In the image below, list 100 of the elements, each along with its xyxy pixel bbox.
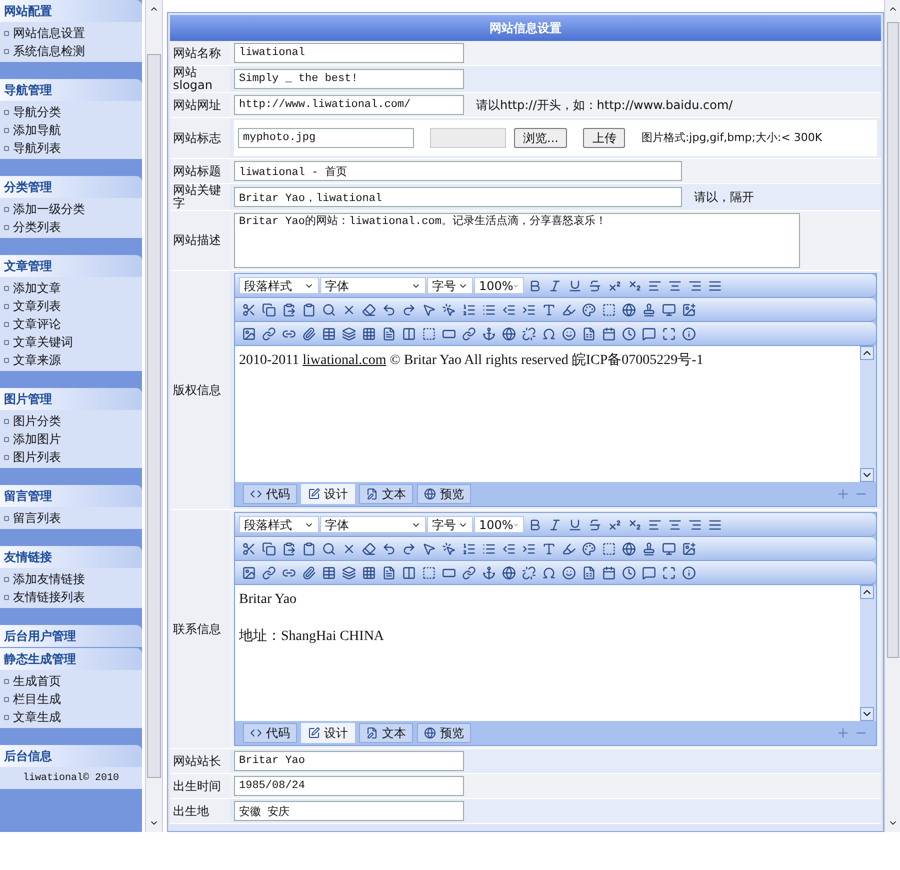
toolbar-dropdown[interactable]: 100% [474, 516, 524, 533]
toolbar-dropdown[interactable]: 字体 [320, 516, 426, 533]
sidebar-item[interactable]: 添加图片 [13, 430, 61, 448]
sidebar-item[interactable]: 网站信息设置 [13, 24, 85, 42]
field-label: 网站站长 [173, 754, 221, 768]
sidebar-item[interactable]: 文章关键词 [13, 333, 73, 351]
document-icon [382, 326, 396, 340]
scrollbar[interactable] [145, 0, 163, 832]
bullet-icon [4, 340, 9, 344]
editor-paragraph: 地址：ShangHai CHINA [239, 628, 386, 646]
sidebar-item[interactable]: 系统信息检测 [13, 42, 85, 60]
sidebar-item[interactable]: 导航分类 [13, 103, 61, 121]
sidebar-item[interactable]: 添加友情链接 [13, 570, 85, 588]
sidebar-item[interactable]: 添加导航 [13, 121, 61, 139]
sidebar-group-header[interactable]: 图片管理 [0, 388, 142, 410]
sidebar-item[interactable]: 导航列表 [13, 139, 61, 157]
omega-icon [542, 326, 556, 340]
upload-button[interactable]: 上传 [583, 128, 626, 148]
toolbar-dropdown[interactable]: 段落样式 [239, 277, 319, 294]
file-path-field[interactable] [430, 128, 506, 148]
toolbar-dropdown[interactable]: 字号 [427, 277, 473, 294]
text-field[interactable]: liwational [234, 43, 464, 63]
editor-link[interactable]: liwational.com [302, 353, 386, 368]
calendar-icon [602, 326, 616, 340]
sidebar-item[interactable]: 友情链接列表 [13, 588, 85, 606]
field-hint: 图片格式:jpg,gif,bmp;大小:< 300K [641, 130, 822, 146]
text-field[interactable]: http://www.liwational.com/ [234, 95, 464, 115]
editor-mode-tab[interactable]: 设计 [301, 723, 355, 743]
sidebar-group-header[interactable]: 后台信息 [0, 745, 142, 767]
copy-icon [262, 302, 276, 316]
dropdown-value: 100% [479, 278, 514, 294]
message-icon [642, 326, 656, 340]
dropdown-value: 字体 [325, 278, 349, 294]
editor-mode-tab[interactable]: 设计 [301, 484, 355, 504]
sidebar-group-header[interactable]: 友情链接 [0, 546, 142, 568]
browse-button[interactable]: 浏览... [514, 128, 568, 148]
text-field[interactable]: liwational - 首页 [234, 161, 682, 181]
field-label: 网站标志 [173, 132, 221, 144]
sidebar-item[interactable]: 栏目生成 [13, 690, 61, 708]
editor-mode-tab[interactable]: 预览 [417, 484, 471, 504]
sidebar-group-header[interactable]: 文章管理 [0, 255, 142, 277]
sidebar-item[interactable]: 添加文章 [13, 279, 61, 297]
toolbar-dropdown[interactable]: 字体 [320, 277, 426, 294]
sidebar-group-header[interactable]: 后台用户管理 [0, 625, 142, 647]
pen-square-icon [308, 488, 320, 500]
text-field[interactable]: 安徽 安庆 [234, 801, 464, 821]
sidebar-group-header[interactable]: 静态生成管理 [0, 648, 142, 670]
bullet-icon [4, 418, 9, 424]
editor-mode-tab[interactable]: 文本 [359, 723, 413, 743]
underline-icon [568, 278, 582, 292]
editor-mode-tab[interactable]: 代码 [243, 723, 297, 743]
scroll-thumb[interactable] [147, 54, 161, 778]
toolbar-dropdown[interactable]: 字号 [427, 516, 473, 533]
sidebar-item[interactable]: 留言列表 [13, 509, 61, 527]
superscript-icon [608, 518, 622, 532]
sidebar-group-header[interactable]: 留言管理 [0, 485, 142, 507]
info-icon [682, 326, 696, 340]
sidebar-item[interactable]: 文章列表 [13, 297, 61, 315]
sidebar-item[interactable]: 文章评论 [13, 315, 61, 333]
layers-icon [342, 326, 356, 340]
scrollbar[interactable] [884, 0, 900, 832]
sidebar-item[interactable]: 图片列表 [13, 448, 61, 466]
bullet-icon [4, 358, 9, 362]
italic-icon [548, 518, 562, 532]
bullet-icon [4, 436, 9, 442]
field-label: 出生时间 [173, 780, 221, 792]
underline-icon [568, 518, 582, 532]
omega-icon [542, 566, 556, 580]
editor-mode-tab[interactable]: 文本 [359, 484, 413, 504]
text-field[interactable]: Britar Yao，liwational [234, 187, 682, 207]
bullet-icon [4, 30, 9, 36]
sidebar-item[interactable]: 文章来源 [13, 351, 61, 369]
sidebar-group-header[interactable]: 网站配置 [0, 0, 142, 22]
toolbar-dropdown[interactable]: 100% [474, 277, 524, 294]
redo-icon [402, 542, 416, 556]
toolbar-dropdown[interactable]: 段落样式 [239, 516, 319, 533]
sidebar-item[interactable]: 图片分类 [13, 412, 61, 430]
field-hint: 请以，隔开 [694, 189, 754, 206]
text-field[interactable]: myphoto.jpg [238, 128, 414, 148]
sidebar-item[interactable]: 分类列表 [13, 218, 61, 236]
scroll-thumb[interactable] [886, 22, 898, 658]
text-field[interactable]: 1985/08/24 [234, 776, 464, 796]
description-field[interactable]: Britar Yao的网站：liwational.com。记录生活点滴，分享喜怒哀乐！ [234, 213, 800, 268]
grid-icon [362, 566, 376, 580]
sidebar-group-header[interactable]: 分类管理 [0, 176, 142, 198]
layers-icon [342, 566, 356, 580]
sidebar-group-header[interactable]: 导航管理 [0, 79, 142, 101]
sidebar-item[interactable]: 文章生成 [13, 708, 61, 726]
sidebar-item[interactable]: 添加一级分类 [13, 200, 85, 218]
subscript-icon [628, 278, 642, 292]
editor-mode-tab[interactable]: 预览 [417, 723, 471, 743]
text-field[interactable]: Simply _ the best! [234, 69, 464, 89]
dashed-square-icon [602, 302, 616, 316]
table-icon [322, 566, 336, 580]
text-field[interactable]: Britar Yao [234, 751, 464, 771]
editor-mode-tab[interactable]: 代码 [243, 484, 297, 504]
globe-icon [502, 326, 516, 340]
sidebar-item[interactable]: 生成首页 [13, 672, 61, 690]
scrollbar[interactable] [860, 346, 876, 482]
scrollbar[interactable] [860, 585, 876, 721]
